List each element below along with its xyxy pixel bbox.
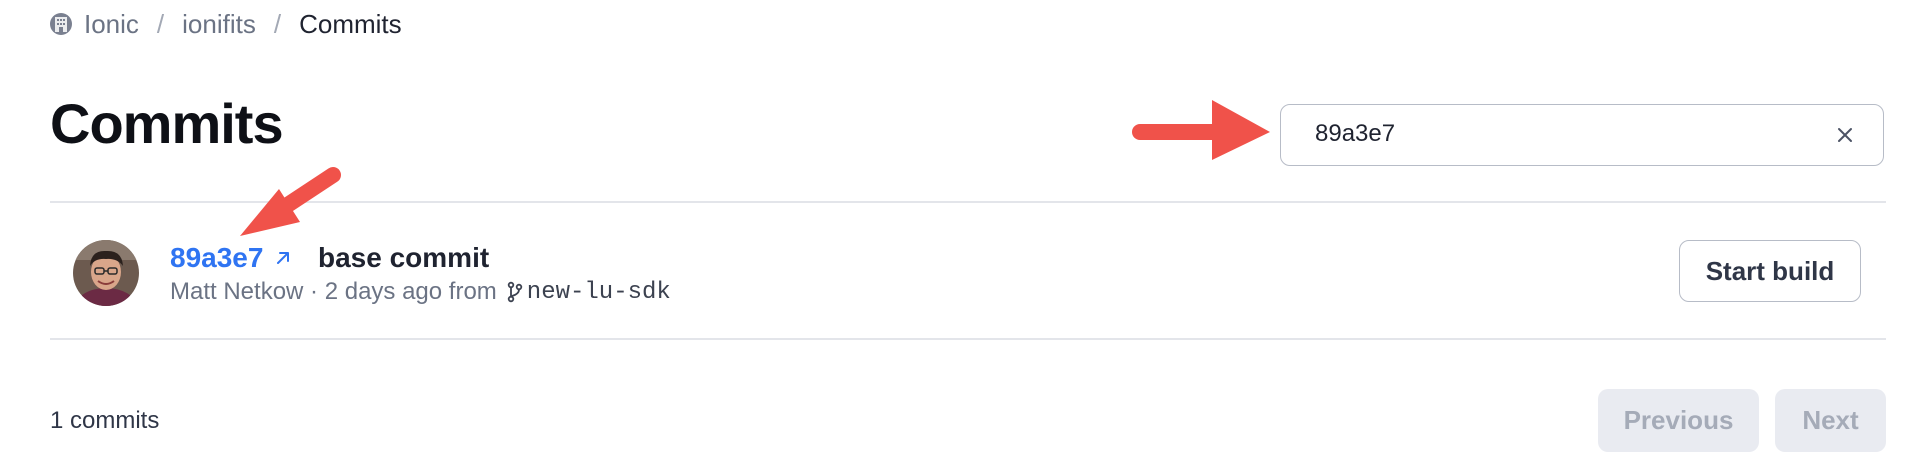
arrow-to-search-icon bbox=[1132, 100, 1270, 160]
annotation-arrows bbox=[240, 100, 1270, 236]
arrow-to-commit-hash-icon bbox=[240, 167, 341, 236]
